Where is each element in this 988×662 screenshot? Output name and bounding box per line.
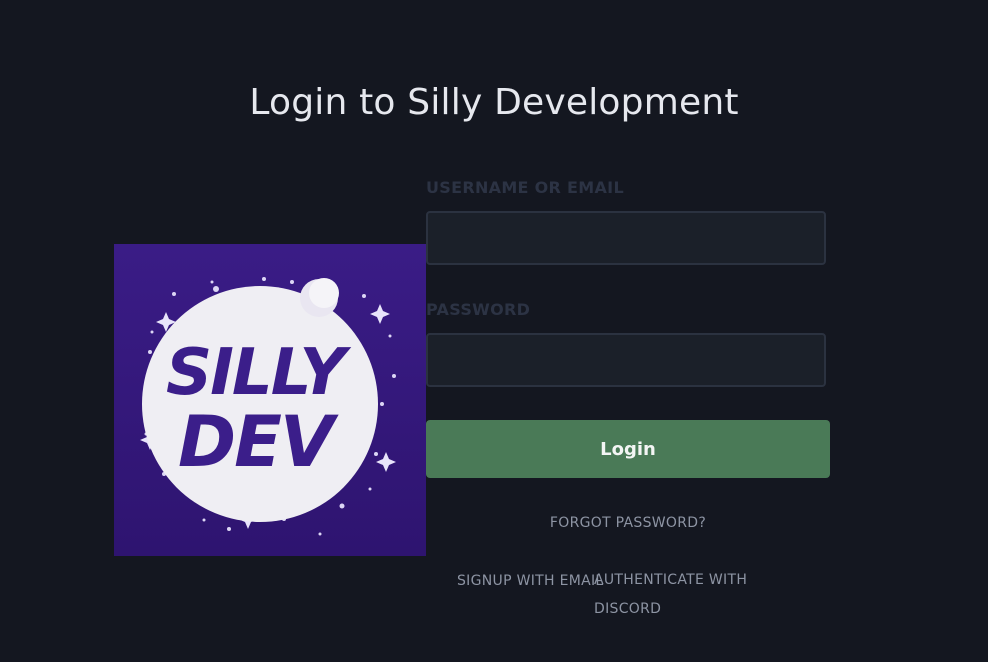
username-label: USERNAME OR EMAIL bbox=[426, 178, 624, 197]
logo-text-dev: DEV bbox=[178, 401, 339, 483]
login-button[interactable]: Login bbox=[426, 420, 830, 478]
silly-dev-logo-graphic: SILLY DEV bbox=[140, 277, 396, 536]
page-title: Login to Silly Development bbox=[249, 82, 739, 123]
username-input[interactable] bbox=[426, 211, 826, 265]
login-page: Login to Silly Development SILLY DEV USE… bbox=[0, 0, 988, 662]
forgot-password-link[interactable]: FORGOT PASSWORD? bbox=[426, 515, 830, 531]
password-input[interactable] bbox=[426, 333, 826, 387]
logo-text-silly: SILLY bbox=[166, 336, 352, 410]
signup-with-email-link[interactable]: SIGNUP WITH EMAIL bbox=[457, 573, 604, 589]
authenticate-with-discord-link[interactable]: AUTHENTICATE WITH DISCORD bbox=[594, 566, 814, 624]
small-moon-highlight bbox=[309, 278, 339, 308]
silly-dev-logo: SILLY DEV bbox=[114, 244, 426, 556]
password-label: PASSWORD bbox=[426, 300, 531, 319]
